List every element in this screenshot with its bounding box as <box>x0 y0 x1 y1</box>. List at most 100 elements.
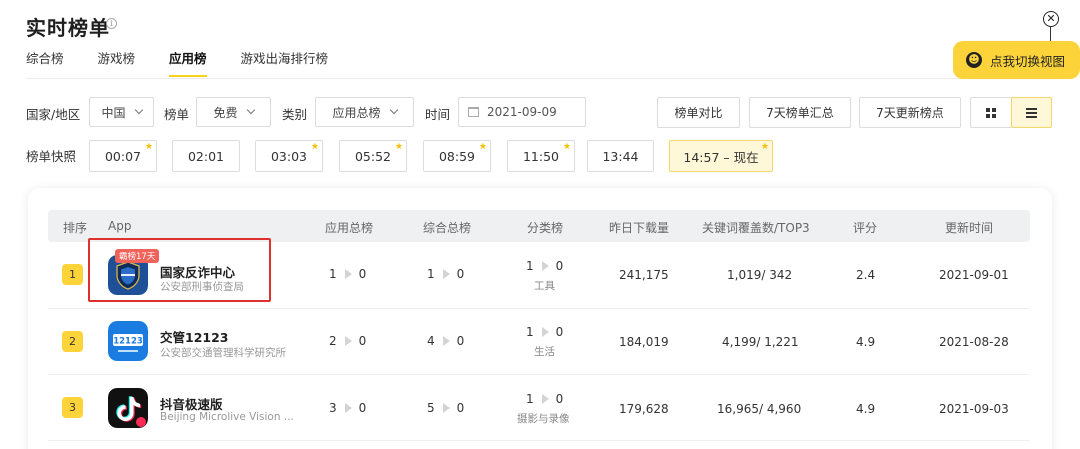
smile-icon: ☻ <box>966 52 982 68</box>
snapshot-button[interactable]: 13:44 <box>587 140 654 172</box>
row-divider <box>48 374 1030 375</box>
tab-apps[interactable]: 应用榜 <box>169 48 207 77</box>
compare-button[interactable]: 榜单对比 <box>657 97 740 128</box>
snapshot-button-current[interactable]: 14:57 – 现在 ★ <box>669 140 773 172</box>
updated-date: 2021-08-28 <box>939 335 1009 349</box>
country-select[interactable]: 中国 <box>89 97 154 127</box>
keywords-value: 16,965/ 4,960 <box>717 402 802 416</box>
header-downloads: 昨日下载量 <box>609 221 670 235</box>
switch-view-tooltip[interactable]: ☻ 点我切换视图 <box>953 41 1080 79</box>
downloads-value: 241,175 <box>619 268 669 282</box>
date-picker[interactable]: 2021-09-09 <box>458 97 586 127</box>
country-label: 国家/地区 <box>26 107 81 122</box>
snapshot-time: 13:44 <box>602 148 639 164</box>
rating-value: 4.9 <box>856 402 876 416</box>
rank-to: 0 <box>456 401 465 415</box>
rank-to: 0 <box>358 334 367 348</box>
header-category-rank: 分类榜 <box>527 221 564 235</box>
app-rank-change: 30 <box>329 401 366 415</box>
snapshot-time: 14:57 – 现在 <box>683 149 759 165</box>
snapshot-time: 02:01 <box>187 148 225 164</box>
snapshot-button[interactable]: 03:03 ★ <box>255 140 323 172</box>
arrow-right-icon <box>541 261 549 271</box>
category-name: 工具 <box>534 280 555 292</box>
category-label: 类别 <box>282 107 308 122</box>
list-view-icon <box>1026 107 1037 118</box>
arrow-right-icon <box>344 269 352 279</box>
updated-date: 2021-09-01 <box>939 268 1009 282</box>
rank-to: 0 <box>358 267 367 281</box>
snapshot-label: 榜单快照 <box>26 149 77 164</box>
chevron-down-icon <box>134 105 143 115</box>
snapshot-button[interactable]: 02:01 <box>172 140 240 172</box>
grid-view-button[interactable] <box>970 97 1012 128</box>
app-name[interactable]: 交管12123 <box>160 327 229 346</box>
info-icon[interactable]: i <box>106 18 117 29</box>
snapshot-time: 03:03 <box>270 148 308 164</box>
snapshot-button[interactable]: 11:50 ★ <box>507 140 575 172</box>
keywords-value: 4,199/ 1,221 <box>722 335 799 349</box>
date-value: 2021-09-09 <box>487 105 557 119</box>
snapshot-button[interactable]: 05:52 ★ <box>339 140 407 172</box>
star-icon: ★ <box>394 142 403 152</box>
header-app-rank: 应用总榜 <box>325 221 374 235</box>
app-icon-12123[interactable]: 12123 <box>108 321 148 361</box>
star-icon: ★ <box>760 142 769 152</box>
seven-day-update-button[interactable]: 7天更新榜点 <box>859 97 961 128</box>
category-name: 生活 <box>534 346 555 358</box>
app-icon-douyin-lite[interactable] <box>108 388 148 428</box>
downloads-value: 184,019 <box>619 335 669 349</box>
overall-rank-change: 50 <box>427 401 464 415</box>
rating-value: 4.9 <box>856 335 876 349</box>
snapshot-time: 11:50 <box>522 148 560 164</box>
icon-text: 12123 <box>113 337 143 347</box>
arrow-right-icon <box>442 403 450 413</box>
rank-to: 0 <box>555 259 564 273</box>
rank-from: 1 <box>526 392 534 406</box>
app-rank-change: 10 <box>329 267 366 281</box>
row-divider <box>48 308 1030 309</box>
category-rank-change: 10 <box>526 259 563 273</box>
rank-from: 4 <box>427 334 435 348</box>
header-rating: 评分 <box>853 221 878 235</box>
tab-games[interactable]: 游戏榜 <box>98 48 136 76</box>
rank-to: 0 <box>456 334 465 348</box>
downloads-value: 179,628 <box>619 402 669 416</box>
calendar-icon <box>468 107 479 117</box>
close-icon[interactable]: ✕ <box>1043 11 1059 27</box>
arrow-right-icon <box>344 336 352 346</box>
arrow-right-icon <box>541 394 549 404</box>
highlight-box <box>88 238 271 302</box>
header-rank: 排序 <box>63 221 88 235</box>
grid-view-icon <box>986 107 996 118</box>
tab-games-overseas[interactable]: 游戏出海排行榜 <box>241 48 329 76</box>
header-app: App <box>108 219 132 233</box>
list-view-button[interactable] <box>1011 97 1052 128</box>
overall-rank-change: 40 <box>427 334 464 348</box>
snapshot-button[interactable]: 08:59 ★ <box>423 140 491 172</box>
star-icon: ★ <box>478 142 487 152</box>
snapshot-time: 05:52 <box>354 148 392 164</box>
rank-from: 5 <box>427 401 435 415</box>
chart-select[interactable]: 免费 <box>196 97 271 127</box>
country-value: 中国 <box>101 105 126 120</box>
star-icon: ★ <box>310 142 319 152</box>
chart-value: 免费 <box>213 105 238 120</box>
rank-to: 0 <box>358 401 367 415</box>
tooltip-connector <box>1050 27 1051 41</box>
rank-from: 1 <box>427 267 435 281</box>
rank-from: 2 <box>329 334 337 348</box>
snapshot-button[interactable]: 00:07 ★ <box>89 140 157 172</box>
star-icon: ★ <box>144 142 153 152</box>
arrow-right-icon <box>442 269 450 279</box>
rank-badge: 2 <box>62 331 83 352</box>
app-developer: Beijing Microlive Vision ... <box>160 411 294 423</box>
tab-overall[interactable]: 综合榜 <box>26 48 64 76</box>
updated-date: 2021-09-03 <box>939 402 1009 416</box>
seven-day-summary-button[interactable]: 7天榜单汇总 <box>749 97 851 128</box>
category-select[interactable]: 应用总榜 <box>315 97 414 127</box>
app-rank-change: 20 <box>329 334 366 348</box>
category-rank-change: 10 <box>526 392 563 406</box>
rank-from: 1 <box>526 325 534 339</box>
header-updated: 更新时间 <box>945 221 994 235</box>
